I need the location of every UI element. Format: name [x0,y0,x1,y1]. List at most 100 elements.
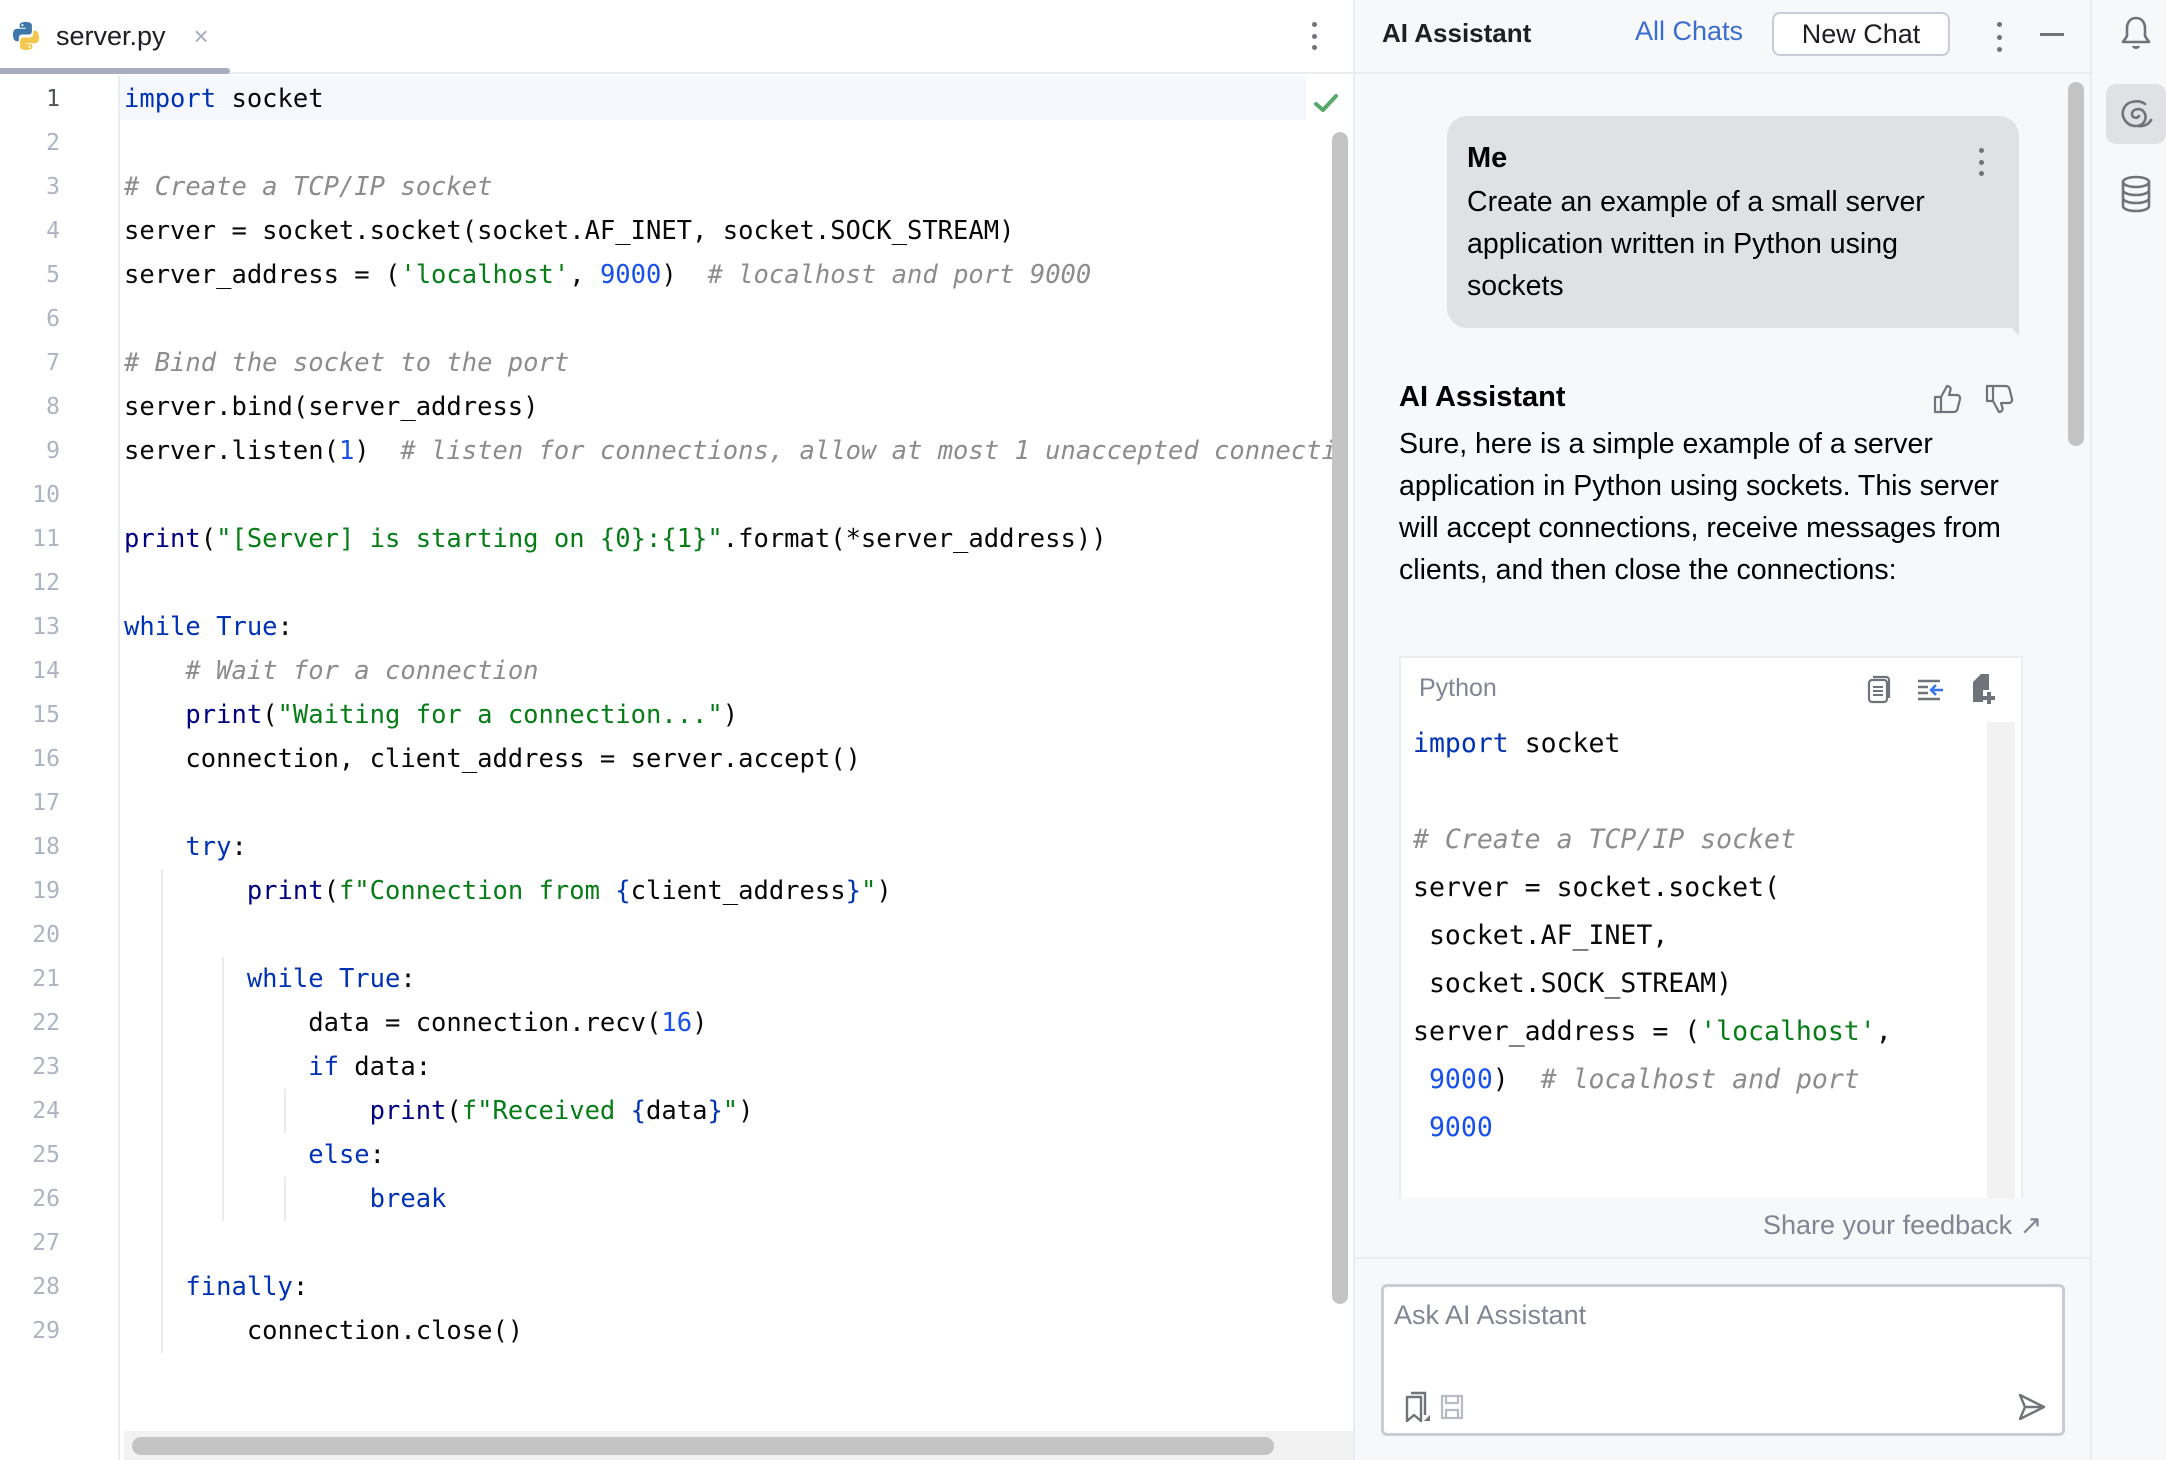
copy-icon[interactable] [1863,672,1895,706]
code-line[interactable]: print(f"Received {data}") [124,1089,754,1133]
thumbs-up-icon[interactable] [1930,382,1964,416]
code-block-line: 9000) # localhost and port [1428,1064,1860,1095]
more-dot-icon [1978,148,1984,153]
new-file-icon[interactable] [1967,672,1999,706]
line-number: 20 [32,922,60,948]
line-number: 10 [32,482,60,508]
ai-panel-title: AI Assistant [1382,18,1532,48]
ai-spiral-icon [2121,100,2153,128]
line-number: 23 [32,1054,60,1080]
line-number: 5 [46,262,60,288]
code-line[interactable]: server.listen(1) # listen for connection… [124,429,1337,473]
more-dot-icon [1978,159,1984,165]
code-editor: server.py × 1 import socket 2 3 # Create a T… [0,0,1353,1460]
line-number: 17 [32,790,60,816]
ai-assistant-tool-button[interactable] [2106,84,2166,144]
line-number: 15 [32,702,60,728]
more-dot-icon [1996,47,2002,52]
close-tab-icon[interactable]: × [194,21,209,52]
ai-panel-options-button[interactable] [1992,22,2006,52]
code-line[interactable]: data = connection.recv(16) [124,1001,707,1045]
ask-ai-input-box[interactable] [1381,1284,2065,1436]
more-dot-icon [1978,171,1984,176]
code-line[interactable]: server = socket.socket(socket.AF_INET, s… [124,209,1014,253]
more-dot-icon [1311,45,1317,50]
code-line[interactable]: # Wait for a connection [124,649,538,693]
send-icon[interactable] [2016,1391,2048,1423]
line-number: 7 [46,350,60,376]
bell-icon [2121,16,2151,49]
code-block-line: import socket [1413,728,1621,759]
inspection-ok-indicator[interactable] [1306,82,1346,124]
line-number: 12 [32,570,60,596]
line-number: 24 [32,1098,60,1124]
code-line[interactable]: while True: [124,957,416,1001]
minimize-panel-button[interactable] [2040,33,2064,36]
user-message-options-button[interactable] [1976,148,1986,176]
database-tool-button[interactable] [2106,164,2166,224]
line-number: 11 [32,526,60,552]
code-block-scrollbar[interactable] [1987,722,2015,1198]
assistant-message-text: Sure, here is a simple example of a serv… [1399,428,2001,586]
code-block-line: socket.SOCK_STREAM) [1413,968,1733,999]
indent-guide [283,1177,286,1221]
code-line[interactable]: print("[Server] is starting on {0}:{1}".… [124,517,1107,561]
code-line[interactable]: try: [124,825,246,869]
code-line[interactable]: print(f"Connection from {client_address}… [124,869,892,913]
user-message-author: Me [1467,142,1508,174]
indent-guide [283,1089,286,1133]
code-line[interactable]: finally: [124,1265,308,1309]
code-line[interactable]: server_address = ('localhost', 9000) # l… [124,253,1091,297]
line-number: 1 [46,86,60,112]
code-line[interactable]: else: [124,1133,385,1177]
line-number: 4 [46,218,60,244]
code-line[interactable]: connection, client_address = server.acce… [124,737,861,781]
line-number: 14 [32,658,60,684]
thumbs-down-icon[interactable] [1982,382,2016,416]
code-line[interactable]: # Bind the socket to the port [124,341,569,385]
code-line[interactable]: # Create a TCP/IP socket [124,165,492,209]
user-message-text: Create an example of a small server appl… [1467,186,1925,302]
ai-panel-header: AI Assistant All Chats New Chat [1355,0,2090,74]
assistant-code-block: Python import socket # Create a TCP/IP s… [1399,656,2023,1198]
prompt-library-icon[interactable] [1404,1391,1432,1423]
chat-scrollbar[interactable] [2068,82,2084,446]
indent-guide [160,869,163,1353]
code-block-line: server_address = ('localhost', [1413,1016,1892,1047]
more-dot-icon [1311,33,1317,39]
ai-assistant-panel: AI Assistant All Chats New Chat Me Creat… [1353,0,2090,1460]
code-line[interactable]: import socket [124,77,324,121]
line-number: 3 [46,174,60,200]
editor-tab-bar: server.py × [0,0,1353,74]
code-line[interactable]: connection.close() [124,1309,523,1353]
more-dot-icon [1996,22,2002,27]
all-chats-link[interactable]: All Chats [1635,16,1743,47]
code-line[interactable]: print("Waiting for a connection...") [124,693,738,737]
line-number: 18 [32,834,60,860]
line-number: 25 [32,1142,60,1168]
code-line[interactable]: server.bind(server_address) [124,385,539,429]
code-block-line: server = socket.socket( [1413,872,1780,903]
ask-ai-input[interactable] [1394,1295,2054,1335]
code-line[interactable]: if data: [124,1045,431,1089]
line-number: 21 [32,966,60,992]
line-number: 29 [32,1318,60,1344]
code-line[interactable]: while True: [124,605,293,649]
code-block-line: 9000 [1428,1112,1493,1143]
editor-more-options-button[interactable] [1302,18,1326,54]
new-chat-button[interactable]: New Chat [1772,12,1950,56]
more-dot-icon [1311,22,1317,27]
tab-server-py[interactable]: server.py × [10,0,230,72]
editor-vertical-scrollbar[interactable] [1332,132,1348,1304]
line-number: 13 [32,614,60,640]
notifications-button[interactable] [2106,4,2166,64]
insert-snippet-icon[interactable] [1915,672,1947,706]
editor-horizontal-scrollbar[interactable] [132,1437,1274,1455]
assistant-message-author: AI Assistant [1399,381,1566,413]
share-feedback-link[interactable]: Share your feedback ↗ [1763,1210,2042,1241]
line-number: 16 [32,746,60,772]
code-block-language: Python [1419,674,1497,702]
tab-label: server.py [56,20,166,51]
save-icon[interactable] [1440,1393,1464,1421]
checkmark-icon [1314,94,1338,112]
